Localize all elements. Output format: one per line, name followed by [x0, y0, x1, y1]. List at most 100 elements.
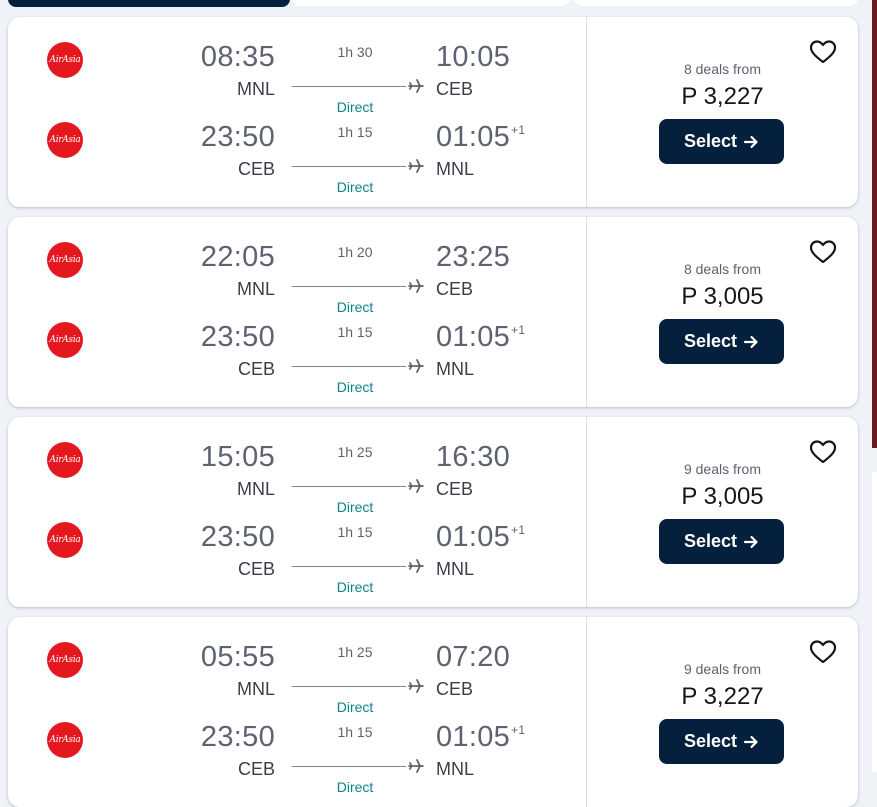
- card-divider: [586, 417, 587, 607]
- deals-count: 8 deals from: [683, 61, 762, 77]
- tab-fastest[interactable]: [574, 0, 858, 6]
- airline-logo: AirAsia: [47, 122, 83, 158]
- plane-icon: [408, 679, 424, 693]
- arrival-time: 01:05+1: [436, 321, 526, 353]
- arrival-time: 16:30: [436, 441, 511, 473]
- arrival-airport: CEB: [436, 279, 474, 299]
- select-button[interactable]: Select: [659, 519, 784, 564]
- flight-duration: 1h 25: [337, 444, 373, 460]
- arrow-right-icon: [743, 735, 758, 748]
- departure-airport: MNL: [236, 679, 275, 699]
- arrival-airport: MNL: [436, 759, 475, 779]
- departure-time: 23:50: [200, 321, 275, 353]
- arrival-airport: CEB: [436, 479, 474, 499]
- arrival-time: 07:20: [436, 641, 511, 673]
- card-divider: [586, 217, 587, 407]
- plane-icon: [408, 479, 424, 493]
- arrival-airport: CEB: [436, 679, 474, 699]
- route-line: [292, 286, 406, 287]
- arrival-time: 01:05+1: [436, 721, 526, 753]
- next-day-indicator: +1: [511, 123, 526, 137]
- flight-duration: 1h 15: [337, 524, 373, 540]
- flight-result-card[interactable]: AirAsia 05:55 MNL 1h 25 Direct 07:20 CEB…: [8, 617, 858, 807]
- arrival-time: 01:05+1: [436, 521, 526, 553]
- plane-icon: [408, 279, 424, 293]
- select-label: Select: [683, 131, 738, 151]
- deals-count: 9 deals from: [683, 661, 762, 677]
- departure-airport: CEB: [237, 559, 275, 579]
- next-day-indicator: +1: [511, 523, 526, 537]
- plane-icon: [408, 159, 424, 173]
- flight-duration: 1h 15: [337, 324, 373, 340]
- card-divider: [586, 17, 587, 207]
- airline-logo: AirAsia: [47, 442, 83, 478]
- return-leg: AirAsia 23:50 CEB 1h 15 Direct 01:05+1 M…: [8, 519, 586, 599]
- next-day-indicator: +1: [511, 323, 526, 337]
- flight-duration: 1h 30: [337, 44, 373, 60]
- route-line: [292, 486, 406, 487]
- outbound-leg: AirAsia 08:35 MNL 1h 30 Direct 10:05 CEB: [8, 39, 586, 119]
- select-label: Select: [683, 331, 738, 351]
- departure-time: 23:50: [200, 721, 275, 753]
- flight-result-card[interactable]: AirAsia 08:35 MNL 1h 30 Direct 10:05 CEB…: [8, 17, 858, 207]
- departure-time: 23:50: [200, 121, 275, 153]
- stops-label: Direct: [336, 699, 374, 715]
- return-leg: AirAsia 23:50 CEB 1h 15 Direct 01:05+1 M…: [8, 319, 586, 399]
- select-button[interactable]: Select: [659, 319, 784, 364]
- route-line: [292, 166, 406, 167]
- outbound-leg: AirAsia 15:05 MNL 1h 25 Direct 16:30 CEB: [8, 439, 586, 519]
- departure-airport: MNL: [236, 79, 275, 99]
- route-line: [292, 566, 406, 567]
- plane-icon: [408, 559, 424, 573]
- stops-label: Direct: [336, 379, 374, 395]
- departure-time: 15:05: [200, 441, 275, 473]
- flight-result-card[interactable]: AirAsia 15:05 MNL 1h 25 Direct 16:30 CEB…: [8, 417, 858, 607]
- plane-icon: [408, 359, 424, 373]
- select-button[interactable]: Select: [659, 719, 784, 764]
- tab-best[interactable]: [8, 0, 290, 7]
- side-ad-edge: [872, 0, 877, 448]
- deals-count: 9 deals from: [683, 461, 762, 477]
- flight-duration: 1h 20: [337, 244, 373, 260]
- flight-duration: 1h 25: [337, 644, 373, 660]
- departure-time: 05:55: [200, 641, 275, 673]
- departure-airport: CEB: [237, 759, 275, 779]
- next-day-indicator: +1: [511, 723, 526, 737]
- return-leg: AirAsia 23:50 CEB 1h 15 Direct 01:05+1 M…: [8, 719, 586, 799]
- deals-count: 8 deals from: [683, 261, 762, 277]
- departure-airport: MNL: [236, 479, 275, 499]
- side-panel-edge: [872, 472, 877, 772]
- card-divider: [586, 617, 587, 807]
- departure-time: 23:50: [200, 521, 275, 553]
- airline-logo: AirAsia: [47, 722, 83, 758]
- stops-label: Direct: [336, 579, 374, 595]
- plane-icon: [408, 79, 424, 93]
- stops-label: Direct: [336, 299, 374, 315]
- tab-cheapest[interactable]: [292, 0, 570, 6]
- select-button[interactable]: Select: [659, 119, 784, 164]
- route-line: [292, 86, 406, 87]
- flight-duration: 1h 15: [337, 124, 373, 140]
- arrival-airport: CEB: [436, 79, 474, 99]
- arrival-airport: MNL: [436, 559, 475, 579]
- stops-label: Direct: [336, 99, 374, 115]
- departure-airport: CEB: [237, 359, 275, 379]
- departure-airport: MNL: [236, 279, 275, 299]
- price: P 3,005: [681, 483, 764, 510]
- departure-airport: CEB: [237, 159, 275, 179]
- arrival-airport: MNL: [436, 159, 475, 179]
- airline-logo: AirAsia: [47, 642, 83, 678]
- route-line: [292, 366, 406, 367]
- airline-logo: AirAsia: [47, 242, 83, 278]
- stops-label: Direct: [336, 179, 374, 195]
- route-line: [292, 686, 406, 687]
- flight-result-card[interactable]: AirAsia 22:05 MNL 1h 20 Direct 23:25 CEB…: [8, 217, 858, 407]
- outbound-leg: AirAsia 22:05 MNL 1h 20 Direct 23:25 CEB: [8, 239, 586, 319]
- price: P 3,227: [681, 83, 764, 110]
- arrival-time: 01:05+1: [436, 121, 526, 153]
- airline-logo: AirAsia: [47, 522, 83, 558]
- price: P 3,005: [681, 283, 764, 310]
- arrival-time: 23:25: [436, 241, 511, 273]
- arrival-time: 10:05: [436, 41, 511, 73]
- stops-label: Direct: [336, 499, 374, 515]
